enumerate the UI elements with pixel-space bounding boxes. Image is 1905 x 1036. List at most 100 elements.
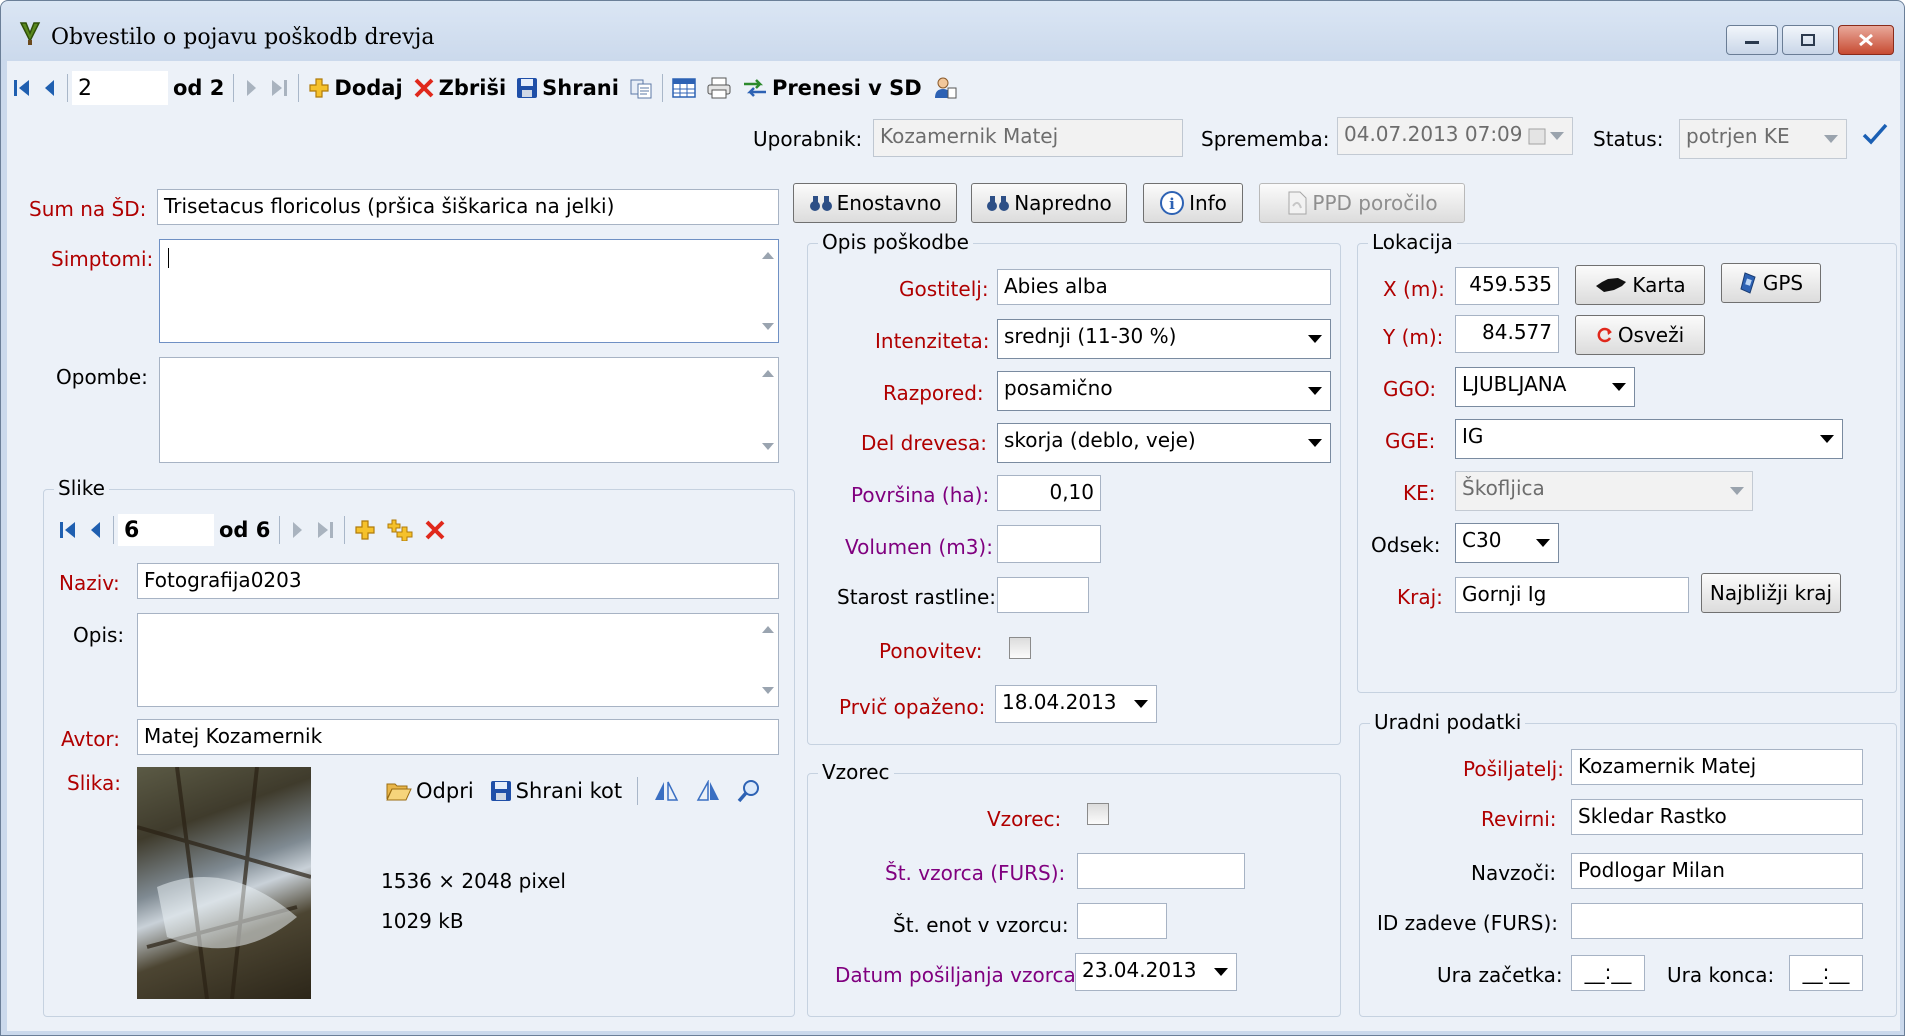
volume-field[interactable] (997, 525, 1101, 563)
save-image-as-button[interactable]: Shrani kot (485, 773, 627, 809)
end-time-field[interactable]: __:__ (1789, 955, 1863, 991)
sample-label: Vzorec: (987, 807, 1062, 831)
status-label: Status: (1593, 127, 1664, 151)
prev-record-button[interactable] (37, 70, 63, 106)
sample-date[interactable]: 23.04.2013 (1075, 953, 1237, 991)
advanced-search-button[interactable]: Napredno (971, 183, 1127, 223)
open-image-button[interactable]: Odpri (381, 773, 479, 809)
section-select[interactable]: C30 (1455, 523, 1559, 563)
y-field[interactable]: 84.577 (1455, 315, 1559, 353)
first-record-button[interactable] (7, 70, 37, 106)
image-last-button[interactable] (310, 512, 340, 548)
info-button[interactable]: i Info (1143, 183, 1243, 223)
image-name-field[interactable]: Fotografija0203 (137, 563, 779, 599)
image-next-button[interactable] (284, 512, 310, 548)
map-button[interactable]: Karta (1575, 265, 1705, 305)
image-add-multiple-button[interactable] (381, 512, 419, 548)
zoom-button[interactable] (732, 773, 766, 809)
sample-units-field[interactable] (1077, 903, 1167, 939)
case-id-field[interactable] (1571, 903, 1863, 939)
ppd-report-button[interactable]: PPD poročilo (1259, 183, 1465, 223)
nearest-place-button[interactable]: Najbližji kraj (1701, 573, 1841, 613)
x-field[interactable]: 459.535 (1455, 267, 1559, 305)
district-field[interactable]: Skledar Rastko (1571, 799, 1863, 835)
image-number-input[interactable]: 6 (118, 514, 214, 546)
section-label: Odsek: (1371, 533, 1441, 557)
transfer-button[interactable]: Prenesi v SD (737, 70, 927, 106)
gge-select[interactable]: IG (1455, 419, 1843, 459)
open-label: Odpri (416, 779, 474, 803)
scroll-down-icon (762, 443, 774, 450)
area-field[interactable]: 0,10 (997, 475, 1101, 511)
image-first-button[interactable] (53, 512, 83, 548)
sample-number-field[interactable] (1077, 853, 1245, 889)
chevron-down-icon (1308, 387, 1322, 395)
location-group-title: Lokacija (1368, 230, 1457, 254)
place-field[interactable]: Gornji Ig (1455, 577, 1689, 613)
host-field[interactable]: Abies alba (997, 269, 1331, 305)
distribution-select[interactable]: posamično (997, 371, 1331, 411)
notes-textarea[interactable] (159, 357, 779, 463)
pest-field[interactable]: Trisetacus floricolus (pršica šiškarica … (157, 189, 779, 225)
copy-button[interactable] (624, 70, 658, 106)
sample-checkbox[interactable] (1087, 803, 1109, 825)
folder-open-icon (386, 783, 412, 801)
age-field[interactable] (997, 577, 1089, 613)
change-date-field: 04.07.2013 07:09 (1337, 117, 1573, 155)
status-select: potrjen KE (1679, 119, 1847, 159)
calendar-icon (1528, 128, 1546, 145)
author-field[interactable]: Matej Kozamernik (137, 719, 779, 755)
first-observed-label: Prvič opaženo: (839, 695, 986, 719)
pdf-document-icon (1288, 191, 1307, 215)
user-document-icon (934, 77, 957, 99)
notes-label: Opombe: (56, 365, 148, 389)
binoculars-icon (987, 196, 1010, 211)
image-size: 1029 kB (381, 909, 464, 933)
sender-field[interactable]: Kozamernik Matej (1571, 749, 1863, 785)
record-number-input[interactable]: 2 (72, 71, 168, 105)
refresh-button[interactable]: Osveži (1575, 315, 1705, 355)
ggo-select[interactable]: LJUBLJANA (1455, 367, 1635, 407)
scrollbar[interactable] (756, 358, 778, 462)
symptoms-textarea[interactable] (159, 239, 779, 343)
repeat-checkbox[interactable] (1009, 637, 1031, 659)
intensity-select[interactable]: srednji (11-30 %) (997, 319, 1331, 359)
maximize-button[interactable] (1782, 25, 1834, 55)
scrollbar[interactable] (756, 614, 778, 706)
image-add-button[interactable] (349, 512, 381, 548)
delete-button[interactable]: Zbriši (408, 70, 512, 106)
flip-horizontal-button[interactable] (648, 773, 684, 809)
simple-search-button[interactable]: Enostavno (793, 183, 957, 223)
save-button[interactable]: Shrani (511, 70, 624, 106)
gps-button[interactable]: GPS (1721, 263, 1821, 303)
advanced-label: Napredno (1014, 191, 1112, 215)
user-field: Kozamernik Matej (873, 119, 1183, 157)
last-record-button[interactable] (264, 70, 294, 106)
plus-icon (309, 78, 329, 98)
sample-units-label: Št. enot v vzorcu: (893, 913, 1069, 937)
report-label: PPD poročilo (1312, 191, 1438, 215)
image-name-label: Naziv: (59, 571, 120, 595)
minimize-button[interactable] (1726, 25, 1778, 55)
first-observed-date[interactable]: 18.04.2013 (995, 685, 1157, 723)
prev-icon (45, 80, 54, 96)
print-button[interactable] (701, 70, 737, 106)
close-button[interactable] (1838, 25, 1894, 55)
start-time-field[interactable]: __:__ (1571, 955, 1645, 991)
image-desc-label: Opis: (73, 623, 125, 647)
image-delete-button[interactable] (419, 512, 451, 548)
image-desc-textarea[interactable] (137, 613, 779, 707)
gge-value: IG (1462, 424, 1484, 448)
scrollbar[interactable] (756, 240, 778, 342)
photo-thumbnail[interactable] (137, 767, 311, 999)
user-export-button[interactable] (927, 70, 963, 106)
present-label: Navzoči: (1471, 861, 1557, 885)
ggo-label: GGO: (1383, 377, 1437, 401)
add-button[interactable]: Dodaj (303, 70, 407, 106)
tree-part-select[interactable]: skorja (deblo, veje) (997, 423, 1331, 463)
flip-vertical-button[interactable] (690, 773, 726, 809)
image-prev-button[interactable] (83, 512, 109, 548)
next-record-button[interactable] (238, 70, 264, 106)
table-view-button[interactable] (667, 70, 701, 106)
present-field[interactable]: Podlogar Milan (1571, 853, 1863, 889)
